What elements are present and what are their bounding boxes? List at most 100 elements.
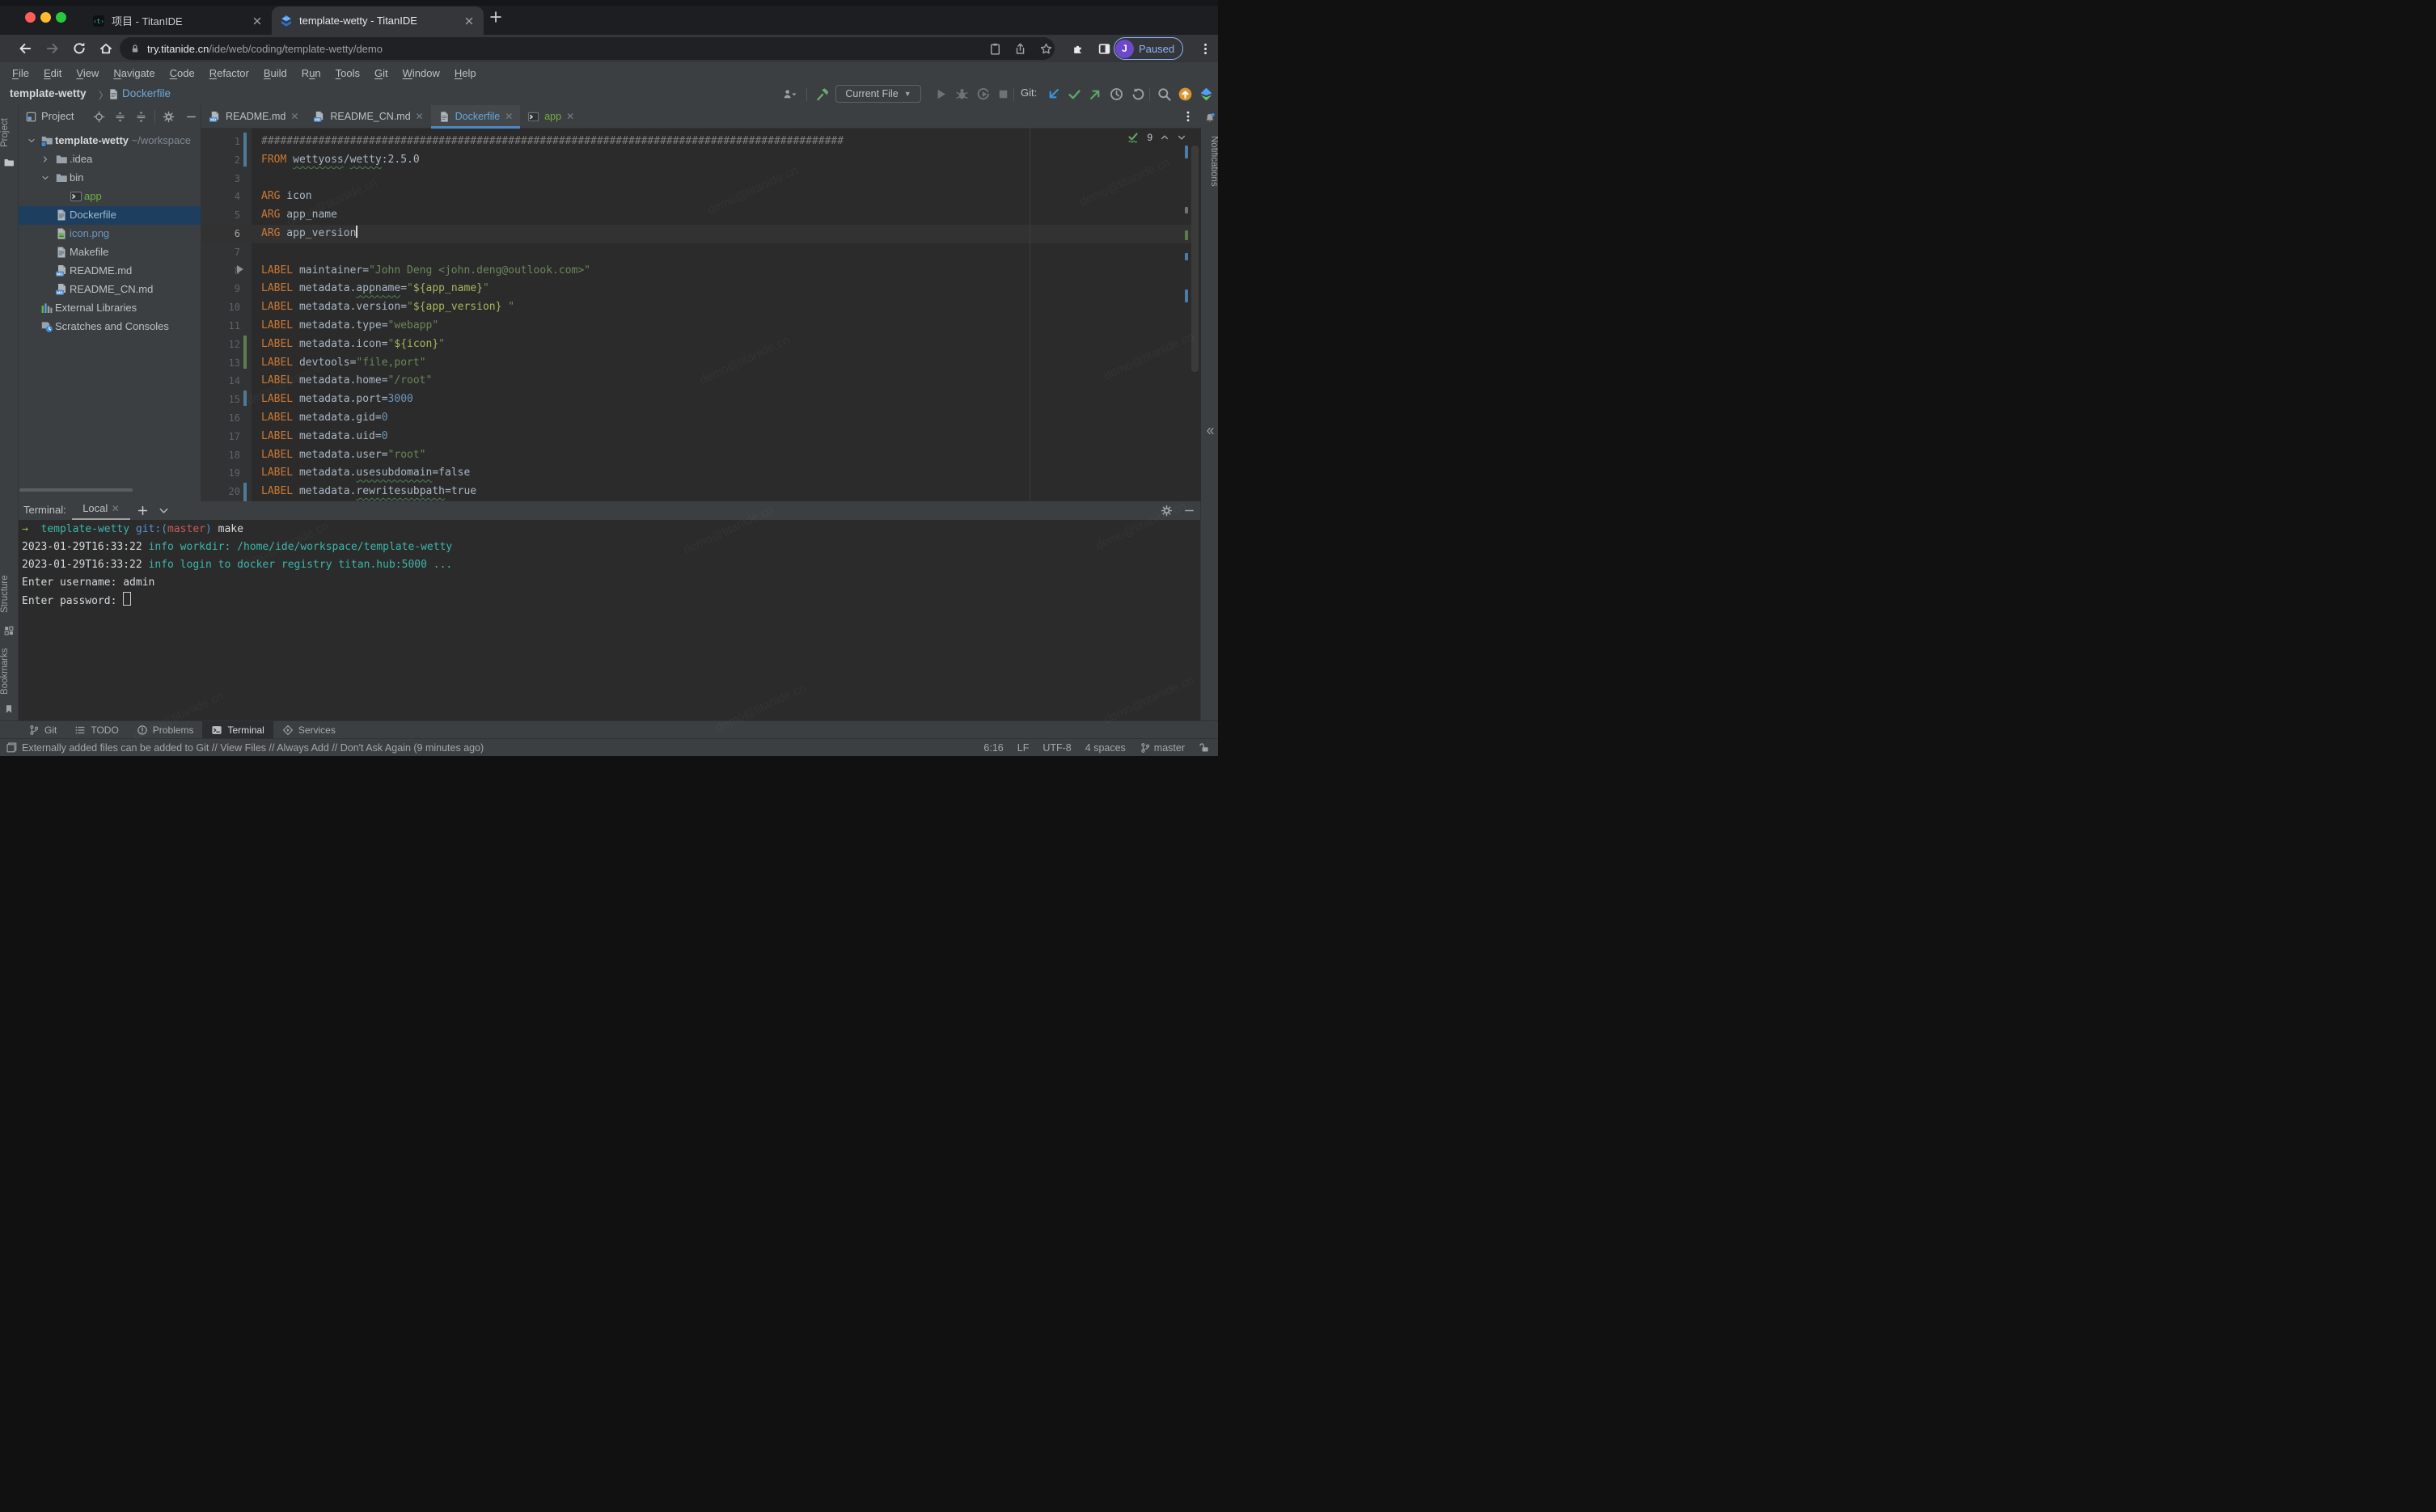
line-number[interactable]: 17: [201, 428, 240, 446]
line-number[interactable]: 9: [201, 280, 240, 298]
rollback-icon[interactable]: [1131, 87, 1146, 102]
line-number[interactable]: 11: [201, 317, 240, 336]
breadcrumb-file[interactable]: Dockerfile: [122, 87, 171, 99]
tree-item-dockerfile[interactable]: Dockerfile: [19, 206, 201, 225]
user-settings-icon[interactable]: [782, 87, 797, 102]
line-number[interactable]: 18: [201, 446, 240, 465]
notifications-bell-icon[interactable]: [1204, 112, 1216, 124]
hide-panel-icon[interactable]: [185, 111, 197, 123]
menu-build[interactable]: Build: [256, 67, 294, 79]
address-bar[interactable]: try.titanide.cn/ide/web/coding/template-…: [120, 37, 1055, 60]
terminal-settings-icon[interactable]: [1161, 505, 1173, 517]
browser-tab[interactable]: ‹t›项目 - TitanIDE: [84, 6, 272, 35]
status-message[interactable]: Externally added files can be added to G…: [22, 742, 484, 754]
terminal-tab-local[interactable]: Local ✕: [72, 501, 130, 520]
git-update-icon[interactable]: [1046, 87, 1061, 102]
new-tab-button[interactable]: [488, 10, 503, 24]
extensions-icon[interactable]: [1072, 42, 1085, 56]
close-icon[interactable]: [463, 15, 476, 27]
line-number[interactable]: 12: [201, 336, 240, 354]
reload-icon[interactable]: [72, 41, 87, 56]
browser-menu-icon[interactable]: [1199, 42, 1212, 56]
file-encoding[interactable]: UTF-8: [1042, 742, 1071, 754]
chevron-down-icon[interactable]: [27, 136, 36, 146]
line-number[interactable]: 6: [201, 225, 240, 243]
menu-file[interactable]: File: [5, 67, 36, 79]
line-number[interactable]: 14: [201, 372, 240, 391]
line-number[interactable]: 15: [201, 391, 240, 409]
tree-item-readme-md[interactable]: MDREADME.md: [19, 262, 201, 281]
side-panel-icon[interactable]: [1097, 42, 1111, 56]
line-number[interactable]: 13: [201, 354, 240, 373]
menu-code[interactable]: Code: [163, 67, 202, 79]
line-number[interactable]: 16: [201, 409, 240, 428]
stop-icon[interactable]: [996, 87, 1011, 102]
line-number[interactable]: 4: [201, 188, 240, 206]
terminal-dropdown-icon[interactable]: [158, 505, 170, 517]
line-number[interactable]: 10: [201, 298, 240, 317]
unlock-icon[interactable]: [1199, 742, 1210, 754]
line-number[interactable]: 19: [201, 464, 240, 483]
project-panel-title[interactable]: Project: [41, 110, 74, 122]
tool-strip-project[interactable]: Project: [0, 112, 18, 154]
editor-options-icon[interactable]: [1182, 110, 1195, 123]
home-icon[interactable]: [99, 41, 113, 56]
tree-item-app[interactable]: app: [19, 188, 201, 206]
structure-squares-icon[interactable]: [3, 625, 15, 636]
tree-item-external-libraries[interactable]: External Libraries: [19, 299, 201, 318]
line-number[interactable]: 5: [201, 206, 240, 225]
tree-item-template-wetty[interactable]: template-wetty ~/workspace: [19, 132, 201, 150]
minimize-terminal-icon[interactable]: [1183, 505, 1195, 517]
menu-refactor[interactable]: Refactor: [202, 67, 256, 79]
tool-strip-structure[interactable]: Structure: [0, 574, 18, 615]
tool-strip-bookmarks[interactable]: Bookmarks: [0, 645, 18, 697]
editor-tab-readme-cn-md[interactable]: MDREADME_CN.md✕: [306, 105, 430, 128]
line-numbers[interactable]: 123456789101112131415161718192021: [201, 133, 240, 501]
new-terminal-icon[interactable]: [137, 505, 149, 517]
profile-paused-button[interactable]: J Paused: [1114, 37, 1183, 60]
browser-tab[interactable]: </>template-wetty - TitanIDE: [272, 6, 484, 35]
line-number[interactable]: 8: [201, 262, 240, 281]
terminal-output[interactable]: → template-wetty git:(master) make2023-0…: [19, 520, 1200, 721]
run-icon[interactable]: [933, 87, 949, 102]
clipboard-icon[interactable]: [988, 42, 1002, 56]
locate-file-icon[interactable]: [93, 111, 105, 123]
editor-tab-readme-md[interactable]: MDREADME.md✕: [201, 105, 306, 128]
git-branch[interactable]: master: [1140, 742, 1185, 754]
close-window-button[interactable]: [25, 12, 36, 23]
menu-view[interactable]: View: [69, 67, 106, 79]
caret-position[interactable]: 6:16: [983, 742, 1003, 754]
menu-edit[interactable]: Edit: [36, 67, 69, 79]
tool-button-terminal[interactable]: Terminal: [202, 721, 273, 739]
chevron-right-icon[interactable]: [40, 154, 50, 164]
breadcrumb-project[interactable]: template-wetty: [10, 87, 87, 99]
indent-setting[interactable]: 4 spaces: [1085, 742, 1126, 754]
line-number[interactable]: 20: [201, 483, 240, 501]
gutter-run-triangle-icon[interactable]: [237, 265, 243, 273]
line-ending[interactable]: LF: [1017, 742, 1030, 754]
editor-scrollbar[interactable]: [1191, 146, 1199, 372]
menu-git[interactable]: Git: [367, 67, 395, 79]
ide-logo-icon[interactable]: [1199, 87, 1214, 102]
chevron-up-icon[interactable]: [1160, 133, 1169, 142]
bookmark-flag-icon[interactable]: [3, 703, 15, 715]
close-icon[interactable]: [251, 15, 264, 27]
line-number[interactable]: 1: [201, 133, 240, 151]
history-clock-icon[interactable]: [1109, 87, 1124, 102]
tree-item--idea[interactable]: .idea: [19, 150, 201, 169]
chevron-down-icon[interactable]: [40, 173, 50, 183]
share-icon[interactable]: [1013, 42, 1027, 56]
update-available-icon[interactable]: [1178, 87, 1193, 102]
layout-icon[interactable]: [6, 741, 18, 754]
git-push-icon[interactable]: [1088, 87, 1103, 102]
bookmark-star-icon[interactable]: [1039, 42, 1053, 56]
folder-icon[interactable]: [3, 157, 15, 168]
menu-navigate[interactable]: Navigate: [106, 67, 162, 79]
build-hammer-icon[interactable]: [815, 87, 831, 102]
line-number[interactable]: 3: [201, 170, 240, 188]
code-area[interactable]: ########################################…: [261, 133, 1201, 501]
collapse-all-icon[interactable]: [135, 111, 147, 123]
menu-tools[interactable]: Tools: [328, 67, 367, 79]
tree-item-scratches-and-consoles[interactable]: Scratches and Consoles: [19, 318, 201, 336]
expand-all-icon[interactable]: [114, 111, 126, 123]
